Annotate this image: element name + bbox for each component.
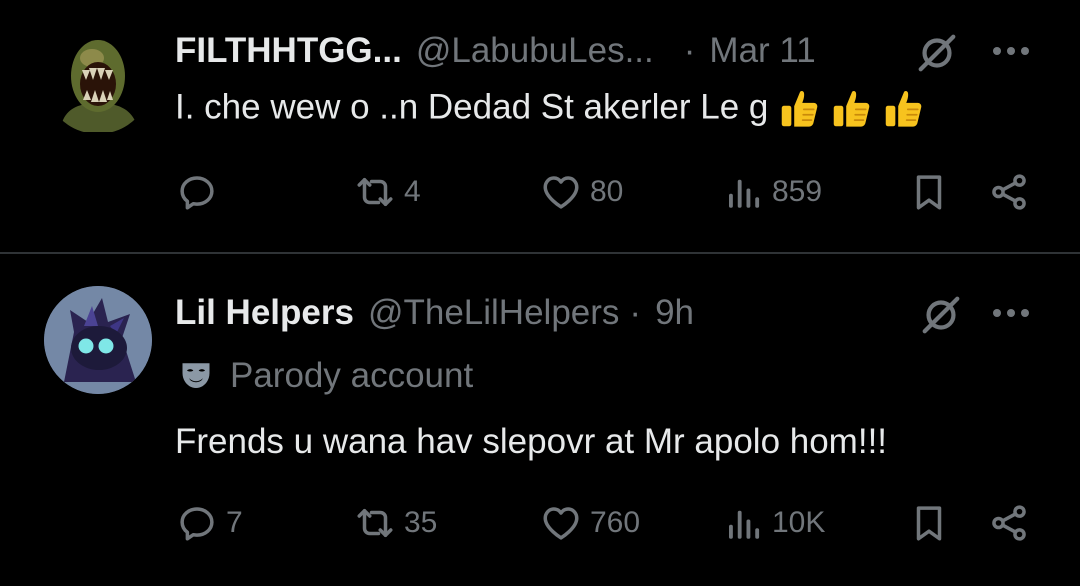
views-button[interactable]: 859 [722,171,822,213]
bookmark-icon [908,502,950,544]
reply-count: 7 [226,506,243,539]
more-icon[interactable] [993,47,1029,55]
retweet-count: 35 [404,506,438,539]
reply-icon [176,171,218,213]
helper-avatar-icon [44,286,152,394]
views-icon [722,171,764,213]
grok-icon[interactable] [914,30,960,76]
like-button[interactable]: 80 [540,171,623,213]
tweet-1[interactable]: FILTHHTGG... @LabubuLes... · Mar 11 I. c… [0,0,1080,252]
share-button[interactable] [988,502,1030,544]
share-button[interactable] [988,171,1030,213]
reply-button[interactable] [176,171,226,213]
like-icon [540,171,582,213]
bookmark-icon [908,171,950,213]
share-icon [988,171,1030,213]
retweet-count: 4 [404,175,421,208]
thumbs-up-icon [776,86,822,132]
like-count: 80 [590,175,624,208]
separator-dot: · [629,293,642,332]
tweet-text: I. che wew o ..n Dedad St akerler Le g [175,86,926,132]
user-handle[interactable]: @LabubuLes... [416,31,654,71]
like-button[interactable]: 760 [540,502,640,544]
action-bar: 4 80 859 [0,171,1080,221]
views-count: 859 [772,175,823,208]
timestamp[interactable]: Mar 11 [709,31,815,71]
avatar[interactable] [44,286,152,394]
retweet-icon [354,171,396,213]
like-count: 760 [590,506,641,539]
parody-mask-icon [178,358,214,394]
separator-dot: · [683,31,696,70]
reply-icon [176,502,218,544]
timestamp[interactable]: 9h [655,293,694,333]
thumbs-up-icon [880,86,926,132]
tweet-text: Frends u wana hav slepovr at Mr apolo ho… [175,422,888,461]
more-icon[interactable] [993,309,1029,317]
retweet-icon [354,502,396,544]
like-icon [540,502,582,544]
tweet-2[interactable]: Lil Helpers @TheLilHelpers · 9h Parody a… [0,254,1080,586]
creature-avatar-icon [44,26,152,134]
user-handle[interactable]: @TheLilHelpers [368,293,619,333]
retweet-button[interactable]: 35 [354,502,437,544]
views-icon [722,502,764,544]
display-name[interactable]: FILTHHTGG... [175,31,402,71]
parody-label: Parody account [178,356,473,396]
bookmark-button[interactable] [908,171,950,213]
tweet-text-content: I. che wew o ..n Dedad St akerler Le g [175,87,769,127]
share-icon [988,502,1030,544]
thumbs-up-icon [828,86,874,132]
parody-label-text: Parody account [230,356,474,395]
emoji-group [776,86,926,132]
views-button[interactable]: 10K [722,502,825,544]
action-bar: 7 35 760 10K [0,502,1080,552]
retweet-button[interactable]: 4 [354,171,421,213]
reply-button[interactable]: 7 [176,502,243,544]
display-name[interactable]: Lil Helpers [175,293,354,333]
avatar[interactable] [44,26,152,134]
grok-icon[interactable] [918,292,964,338]
bookmark-button[interactable] [908,502,950,544]
views-count: 10K [772,506,826,539]
